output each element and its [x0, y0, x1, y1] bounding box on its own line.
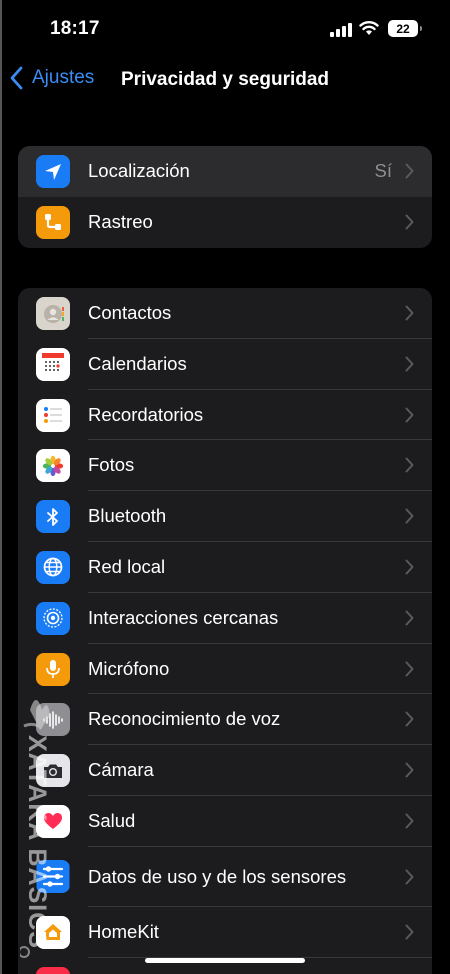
chevron-right-icon	[405, 559, 414, 575]
row-label: Rastreo	[88, 210, 153, 232]
waveform-icon	[36, 703, 70, 737]
chevron-right-icon	[405, 407, 414, 423]
row-location[interactable]: Localización Sí	[18, 146, 432, 197]
row-label: Red local	[88, 555, 166, 577]
row-health[interactable]: Salud	[18, 796, 432, 847]
row-label: Localización	[88, 160, 190, 181]
home-indicator[interactable]	[145, 958, 305, 963]
status-time: 18:17	[50, 18, 100, 39]
watermark-text: XATAKA BASICS	[23, 735, 51, 949]
chevron-right-icon	[405, 214, 414, 230]
music-icon	[36, 966, 70, 974]
chevron-right-icon	[405, 869, 414, 885]
row-label: Datos de uso y de los sensores	[88, 865, 347, 887]
row-nearby-interactions[interactable]: Interacciones cercanas	[18, 593, 432, 644]
navigation-bar: Ajustes Privacidad y seguridad	[0, 60, 450, 100]
row-local-network[interactable]: Red local	[18, 542, 432, 593]
row-microphone[interactable]: Micrófono	[18, 644, 432, 695]
tracking-icon	[36, 205, 70, 239]
row-photos[interactable]: Fotos	[18, 440, 432, 492]
status-bar: 18:17 22	[0, 0, 450, 60]
chevron-right-icon	[405, 508, 414, 524]
location-icon	[36, 155, 70, 188]
chevron-right-icon	[405, 457, 414, 473]
row-value: Sí	[374, 160, 392, 181]
row-label: Fotos	[88, 454, 135, 476]
page-title: Privacidad y seguridad	[121, 69, 330, 90]
row-label: Reconocimiento de voz	[88, 708, 281, 730]
row-tracking[interactable]: Rastreo	[18, 197, 432, 248]
chevron-right-icon	[405, 661, 414, 677]
row-label: Calendarios	[88, 352, 187, 374]
row-contacts[interactable]: Contactos	[18, 288, 432, 339]
chevron-right-icon	[405, 813, 414, 829]
chevron-right-icon	[405, 610, 414, 626]
bluetooth-icon	[36, 500, 70, 534]
row-label: HomeKit	[88, 920, 159, 942]
chevron-right-icon	[405, 762, 414, 778]
contacts-icon	[36, 297, 70, 330]
battery-indicator: 22	[388, 20, 422, 37]
row-homekit[interactable]: HomeKit	[18, 907, 432, 958]
row-calendars[interactable]: Calendarios	[18, 339, 432, 390]
row-camera[interactable]: Cámara	[18, 745, 432, 796]
row-reminders[interactable]: Recordatorios	[18, 390, 432, 441]
cellular-signal-icon	[330, 23, 352, 37]
wifi-icon	[359, 21, 379, 35]
chevron-right-icon	[405, 356, 414, 372]
row-sensor-usage-data[interactable]: Datos de uso y de los sensores	[18, 847, 432, 907]
settings-group-location: Localización Sí Rastreo	[18, 146, 432, 248]
microphone-icon	[36, 652, 70, 686]
reminders-icon	[36, 398, 70, 432]
chevron-right-icon	[405, 305, 414, 321]
nearby-icon	[36, 601, 70, 635]
photos-icon	[36, 449, 70, 483]
settings-group-permissions: Contactos Calendarios Recordatorios Foto…	[18, 288, 432, 974]
globe-icon	[36, 550, 70, 584]
chevron-right-icon	[405, 163, 414, 179]
row-label: Interacciones cercanas	[88, 606, 279, 628]
row-speech-recognition[interactable]: Reconocimiento de voz	[18, 694, 432, 746]
row-label: Contactos	[88, 302, 172, 323]
row-label: Micrófono	[88, 657, 170, 679]
back-button[interactable]: Ajustes	[10, 66, 94, 90]
row-bluetooth[interactable]: Bluetooth	[18, 491, 432, 542]
chevron-right-icon	[405, 924, 414, 940]
back-label: Ajustes	[32, 67, 95, 88]
screen-edge	[0, 0, 2, 974]
chevron-right-icon	[405, 711, 414, 727]
row-label: Salud	[88, 809, 136, 831]
row-label: Cámara	[88, 759, 154, 781]
chevron-left-icon	[10, 66, 23, 90]
calendar-icon	[36, 347, 70, 381]
row-label: Recordatorios	[88, 403, 204, 425]
row-label: Bluetooth	[88, 505, 167, 527]
